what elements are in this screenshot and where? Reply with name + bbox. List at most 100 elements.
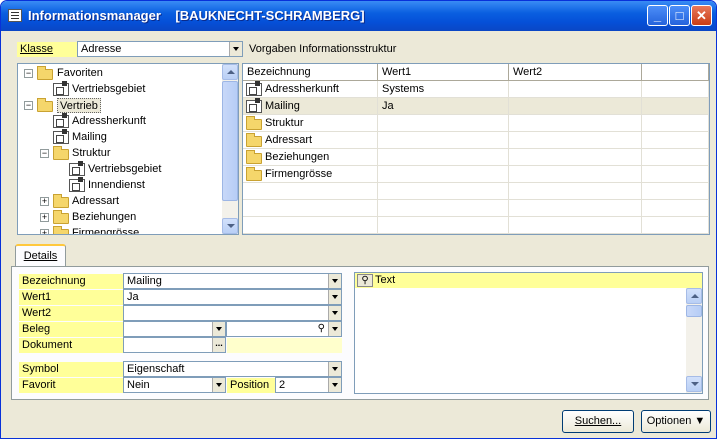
scroll-down-icon[interactable]: [222, 218, 238, 234]
table-row[interactable]: Struktur: [243, 115, 709, 132]
klasse-combo[interactable]: Adresse: [77, 41, 243, 57]
tree-item-adressherkunft[interactable]: Adressherkunft: [72, 114, 146, 129]
browse-button[interactable]: ...: [212, 338, 225, 352]
wert2-combo[interactable]: [123, 305, 342, 321]
text-scrollbar[interactable]: [686, 288, 702, 393]
tree-item-beziehungen[interactable]: Beziehungen: [72, 210, 136, 225]
folder-icon: [53, 210, 69, 224]
table-cell: Ja: [378, 98, 509, 115]
tree-item-mailing[interactable]: Mailing: [72, 130, 107, 145]
table-cell: [378, 166, 509, 183]
table-cell: [378, 183, 509, 200]
table-row[interactable]: Mailing Ja: [243, 98, 709, 115]
table-row[interactable]: [243, 217, 709, 234]
table-cell: [642, 149, 709, 166]
table-cell: [243, 200, 378, 217]
table-cell: Struktur: [243, 115, 378, 132]
table-row[interactable]: [243, 200, 709, 217]
property-icon: [53, 129, 69, 144]
property-icon: [246, 98, 262, 113]
title-bar[interactable]: Informationsmanager [BAUKNECHT-SCHRAMBER…: [1, 1, 716, 31]
table-row[interactable]: Adressherkunft Systems: [243, 81, 709, 98]
folder-icon: [246, 150, 262, 164]
chevron-down-icon[interactable]: [328, 322, 341, 336]
beleg-label: Beleg: [19, 322, 123, 337]
scroll-up-icon[interactable]: [686, 288, 702, 304]
bezeichnung-combo[interactable]: Mailing: [123, 273, 342, 289]
structure-tree[interactable]: − Favoriten Vertriebsgebiet − Vertrieb A…: [17, 63, 239, 235]
maximize-button[interactable]: □: [669, 5, 690, 26]
wert1-label: Wert1: [19, 290, 123, 305]
chevron-down-icon[interactable]: [328, 378, 341, 392]
chevron-down-icon[interactable]: [212, 378, 225, 392]
vorgaben-label: Vorgaben Informationsstruktur: [249, 43, 397, 55]
table-row[interactable]: Adressart: [243, 132, 709, 149]
table-cell: [642, 217, 709, 234]
table-cell: Adressart: [243, 132, 378, 149]
optionen-button[interactable]: Optionen ▼: [641, 410, 711, 433]
expand-icon[interactable]: +: [40, 229, 49, 234]
table-row[interactable]: Firmengrösse: [243, 166, 709, 183]
table-cell: [642, 132, 709, 149]
tab-details[interactable]: Details: [15, 244, 66, 267]
table-cell: Beziehungen: [243, 149, 378, 166]
tree-item-struktur-vertriebsgebiet[interactable]: Vertriebsgebiet: [88, 162, 161, 177]
expand-icon[interactable]: +: [40, 197, 49, 206]
table-cell: Systems: [378, 81, 509, 98]
column-header-bezeichnung[interactable]: Bezeichnung: [243, 64, 378, 81]
beleg-combo[interactable]: [123, 321, 226, 337]
search-icon[interactable]: ⚲: [357, 274, 373, 287]
table-row[interactable]: [243, 183, 709, 200]
scroll-thumb[interactable]: [686, 305, 702, 317]
collapse-icon[interactable]: −: [24, 101, 33, 110]
scroll-down-icon[interactable]: [686, 376, 702, 392]
table-row[interactable]: Beziehungen: [243, 149, 709, 166]
dokument-info-area: [227, 338, 342, 353]
chevron-down-icon[interactable]: [328, 274, 341, 288]
window-icon[interactable]: [8, 9, 22, 22]
minimize-button[interactable]: _: [647, 5, 668, 26]
table-cell: [509, 132, 642, 149]
property-grid[interactable]: Bezeichnung Wert1 Wert2 Adressherkunft Sy…: [242, 63, 710, 235]
chevron-down-icon[interactable]: [229, 42, 242, 56]
scroll-thumb[interactable]: [222, 81, 238, 201]
tree-item-favoriten[interactable]: Favoriten: [57, 66, 103, 81]
collapse-icon[interactable]: −: [40, 149, 49, 158]
property-icon: [246, 81, 262, 96]
chevron-down-icon[interactable]: [328, 306, 341, 320]
expand-icon[interactable]: +: [40, 213, 49, 222]
tree-item-innendienst[interactable]: Innendienst: [88, 178, 145, 193]
close-button[interactable]: ✕: [691, 5, 712, 26]
search-icon[interactable]: ⚲: [318, 322, 325, 336]
folder-icon: [37, 98, 53, 112]
suchen-button[interactable]: Suchen...: [562, 410, 634, 433]
chevron-down-icon[interactable]: [212, 322, 225, 336]
text-panel[interactable]: ⚲ Text: [354, 272, 703, 394]
table-cell: [378, 200, 509, 217]
folder-icon: [246, 167, 262, 181]
column-header-wert1[interactable]: Wert1: [378, 64, 509, 81]
symbol-combo[interactable]: Eigenschaft: [123, 361, 342, 377]
table-cell: [509, 115, 642, 132]
tree-item-firmengroesse[interactable]: Firmengrösse: [72, 226, 139, 234]
tree-item-vertriebsgebiet[interactable]: Vertriebsgebiet: [72, 82, 145, 97]
collapse-icon[interactable]: −: [24, 69, 33, 78]
chevron-down-icon[interactable]: [328, 290, 341, 304]
dokument-field[interactable]: ...: [123, 337, 226, 353]
favorit-combo[interactable]: Nein: [123, 377, 226, 393]
tree-item-vertrieb[interactable]: Vertrieb: [57, 98, 101, 113]
table-cell: [509, 183, 642, 200]
chevron-down-icon[interactable]: [328, 362, 341, 376]
tree-item-struktur[interactable]: Struktur: [72, 146, 111, 161]
column-header-wert2[interactable]: Wert2: [509, 64, 642, 81]
scroll-up-icon[interactable]: [222, 64, 238, 80]
wert1-combo[interactable]: Ja: [123, 289, 342, 305]
symbol-label: Symbol: [19, 362, 123, 377]
tree-item-adressart[interactable]: Adressart: [72, 194, 119, 209]
position-combo[interactable]: 2: [275, 377, 342, 393]
table-cell: [509, 166, 642, 183]
beleg-search-combo[interactable]: ⚲: [226, 321, 342, 337]
window-subtitle: [BAUKNECHT-SCHRAMBERG]: [175, 8, 365, 23]
tree-scrollbar[interactable]: [222, 64, 238, 234]
table-cell: [243, 183, 378, 200]
